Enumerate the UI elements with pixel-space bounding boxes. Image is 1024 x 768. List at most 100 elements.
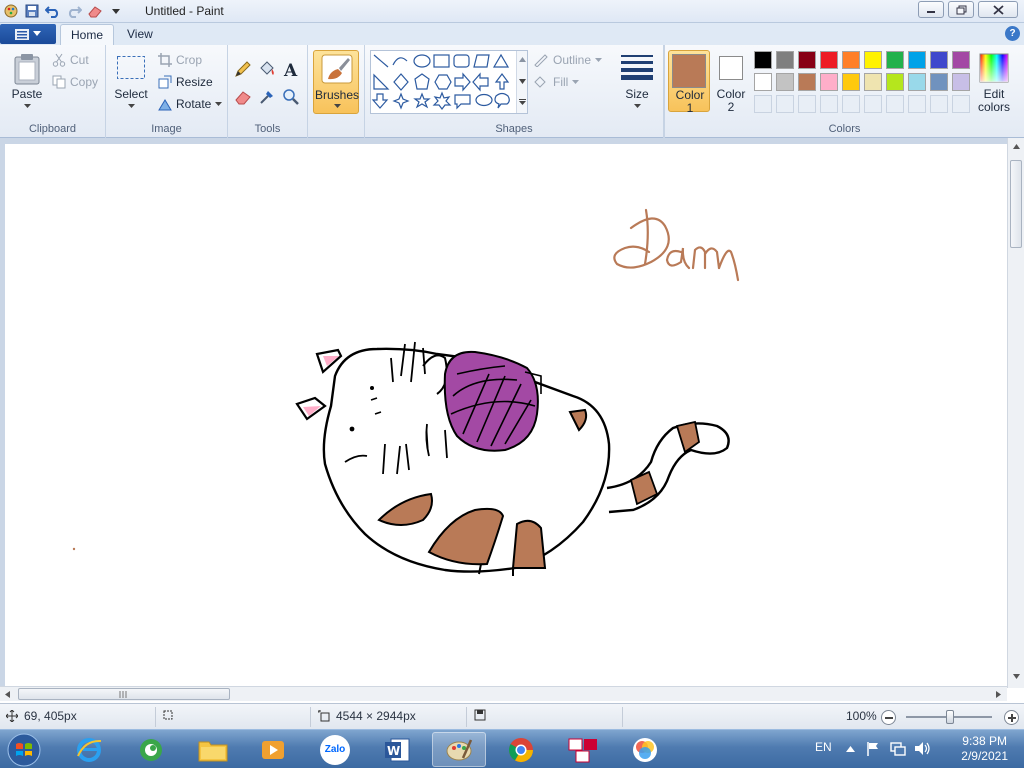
palette-swatch[interactable] <box>952 51 970 69</box>
text-tool[interactable]: A <box>281 59 301 79</box>
palette-swatch[interactable] <box>776 73 794 91</box>
paint-palette-icon <box>446 738 473 760</box>
color-picker-tool[interactable] <box>257 87 277 107</box>
clipboard-group-label: Clipboard <box>28 123 77 135</box>
redo-icon[interactable] <box>65 3 82 19</box>
resize-label: Resize <box>176 75 213 89</box>
taskbar-internet-explorer[interactable] <box>62 732 116 767</box>
paint-app-icon[interactable] <box>2 3 19 19</box>
cursor-position: 69, 405px <box>6 709 77 723</box>
rotate-button[interactable]: Rotate <box>158 97 223 111</box>
taskbar-media-player[interactable] <box>246 732 300 767</box>
taskbar-chrome[interactable] <box>494 732 548 767</box>
clipboard-group: Paste Cut Copy Clipboard <box>0 45 106 138</box>
taskbar-paint[interactable] <box>432 732 486 767</box>
action-center-flag-icon[interactable] <box>866 741 880 756</box>
palette-empty-swatch[interactable] <box>864 95 882 113</box>
size-button[interactable]: Size <box>617 51 657 113</box>
paste-button[interactable]: Paste <box>8 51 46 113</box>
horizontal-scroll-thumb[interactable] <box>18 688 230 700</box>
palette-swatch[interactable] <box>908 73 926 91</box>
palette-empty-swatch[interactable] <box>820 95 838 113</box>
palette-empty-swatch[interactable] <box>908 95 926 113</box>
taskbar-word[interactable]: W <box>370 732 424 767</box>
zoom-in-button[interactable] <box>1004 710 1019 725</box>
palette-empty-swatch[interactable] <box>952 95 970 113</box>
tab-view[interactable]: View <box>117 24 163 45</box>
select-button[interactable]: Select <box>112 51 150 113</box>
palette-swatch[interactable] <box>864 73 882 91</box>
drawing-canvas[interactable] <box>5 144 1007 688</box>
tab-home[interactable]: Home <box>60 24 115 45</box>
close-button[interactable] <box>978 1 1018 18</box>
magnifier-tool[interactable] <box>281 87 301 107</box>
palette-swatch[interactable] <box>754 51 772 69</box>
palette-swatch[interactable] <box>908 51 926 69</box>
palette-swatch[interactable] <box>886 51 904 69</box>
help-icon[interactable]: ? <box>1005 26 1020 41</box>
zoom-out-button[interactable] <box>881 710 896 725</box>
taskbar-unikey[interactable] <box>556 732 610 767</box>
palette-swatch[interactable] <box>886 73 904 91</box>
fill-button[interactable]: Fill <box>533 75 580 89</box>
customize-toolbar-icon[interactable] <box>107 3 124 19</box>
palette-swatch[interactable] <box>798 73 816 91</box>
scroll-down-arrow-icon <box>1013 674 1020 679</box>
palette-empty-swatch[interactable] <box>842 95 860 113</box>
eraser-tool[interactable] <box>233 87 253 107</box>
taskbar-coccoc[interactable] <box>124 732 178 767</box>
palette-empty-swatch[interactable] <box>754 95 772 113</box>
eraser-quick-icon[interactable] <box>86 3 103 19</box>
palette-swatch[interactable] <box>820 51 838 69</box>
outline-button[interactable]: Outline <box>533 53 603 67</box>
palette-empty-swatch[interactable] <box>776 95 794 113</box>
pencil-tool[interactable] <box>233 59 253 79</box>
palette-swatch[interactable] <box>952 73 970 91</box>
cut-button[interactable]: Cut <box>52 53 89 67</box>
palette-empty-swatch[interactable] <box>930 95 948 113</box>
paint-bucket-icon <box>260 61 274 75</box>
color1-button[interactable]: Color 1 <box>668 50 710 115</box>
copy-button[interactable]: Copy <box>52 75 98 89</box>
network-icon[interactable] <box>890 741 906 756</box>
palette-swatch[interactable] <box>842 51 860 69</box>
crop-button[interactable]: Crop <box>158 53 202 67</box>
coccoc-browser-icon <box>140 738 162 761</box>
taskbar-zalo[interactable]: Zalo <box>308 732 362 767</box>
zoom-slider[interactable] <box>906 710 992 724</box>
fill-tool[interactable] <box>257 59 277 79</box>
zoom-slider-thumb[interactable] <box>946 710 954 724</box>
system-clock[interactable]: 9:38 PM 2/9/2021 <box>961 734 1008 764</box>
palette-swatch[interactable] <box>842 73 860 91</box>
palette-empty-swatch[interactable] <box>886 95 904 113</box>
palette-swatch[interactable] <box>864 51 882 69</box>
undo-icon[interactable] <box>44 3 61 19</box>
palette-swatch[interactable] <box>776 51 794 69</box>
taskbar-file-explorer[interactable] <box>186 732 240 767</box>
shapes-gallery-scroll[interactable] <box>516 51 527 113</box>
scroll-right-arrow-icon <box>996 691 1001 698</box>
palette-swatch[interactable] <box>754 73 772 91</box>
volume-icon[interactable] <box>914 741 930 756</box>
palette-swatch[interactable] <box>930 51 948 69</box>
paint-menu-button[interactable] <box>0 24 56 44</box>
color2-label: Color 2 <box>716 87 746 114</box>
taskbar-photos[interactable] <box>618 732 672 767</box>
language-indicator[interactable]: EN <box>815 740 832 754</box>
palette-swatch[interactable] <box>930 73 948 91</box>
minimize-button[interactable] <box>918 1 944 18</box>
color2-button[interactable]: Color 2 <box>713 50 749 114</box>
horizontal-scrollbar[interactable] <box>0 686 1007 701</box>
resize-button[interactable]: Resize <box>158 75 213 89</box>
save-icon[interactable] <box>23 3 40 19</box>
vertical-scroll-thumb[interactable] <box>1010 160 1022 248</box>
restore-button[interactable] <box>948 1 974 18</box>
vertical-scrollbar[interactable] <box>1007 138 1024 688</box>
palette-swatch[interactable] <box>798 51 816 69</box>
brushes-button[interactable]: Brushes <box>313 50 359 114</box>
show-hidden-icons-icon[interactable] <box>846 745 855 752</box>
palette-swatch[interactable] <box>820 73 838 91</box>
edit-colors-button[interactable]: Edit colors <box>976 51 1012 114</box>
start-button[interactable] <box>4 731 44 768</box>
palette-empty-swatch[interactable] <box>798 95 816 113</box>
